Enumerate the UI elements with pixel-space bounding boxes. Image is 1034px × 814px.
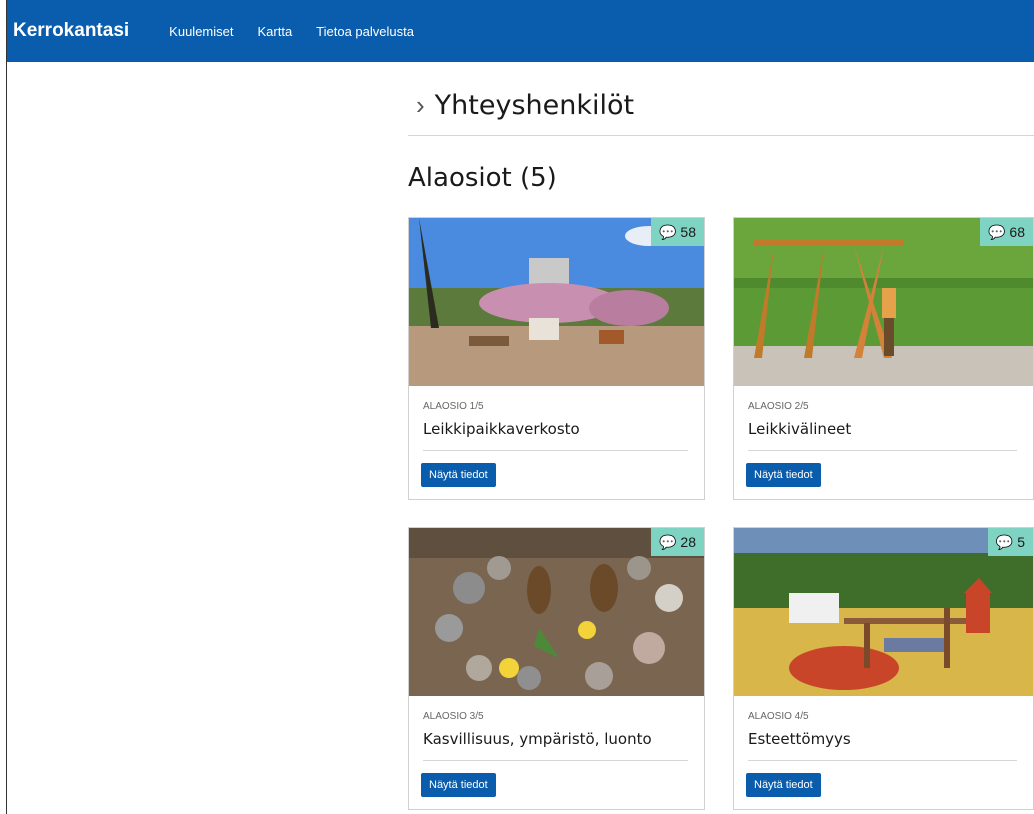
comment-count-badge: 💬 28 xyxy=(650,528,704,556)
playground-photo-1[interactable]: 💬 58 xyxy=(409,218,704,386)
comment-count-badge: 💬 68 xyxy=(979,218,1033,246)
card-number: ALAOSIO 1/5 xyxy=(423,401,484,412)
comment-count: 28 xyxy=(680,534,696,550)
subsections-heading: Alaosiot (5) xyxy=(408,163,557,193)
comment-icon: 💬 xyxy=(987,223,1006,240)
card-number: ALAOSIO 4/5 xyxy=(748,711,809,722)
comment-count: 68 xyxy=(1009,224,1025,240)
playground-photo-4[interactable]: 💬 5 xyxy=(734,528,1033,696)
card-title[interactable]: Kasvillisuus, ympäristö, luonto xyxy=(423,730,652,748)
card-divider xyxy=(423,760,688,761)
playground-photo-2[interactable]: 💬 68 xyxy=(734,218,1033,386)
subsection-card-3: 💬 28 ALAOSIO 3/5 Kasvillisuus, ympäristö… xyxy=(408,527,705,810)
subsection-card-4: 💬 5 ALAOSIO 4/5 Esteettömyys Näytä tiedo… xyxy=(733,527,1034,810)
show-details-button[interactable]: Näytä tiedot xyxy=(421,773,496,797)
contacts-section-toggle[interactable]: › Yhteyshenkilöt xyxy=(408,76,1034,136)
comment-icon: 💬 xyxy=(658,223,677,240)
comment-icon: 💬 xyxy=(995,533,1014,550)
top-navbar: Kerrokantasi Kuulemiset Kartta Tietoa pa… xyxy=(7,0,1034,62)
card-title[interactable]: Leikkipaikkaverkosto xyxy=(423,420,580,438)
card-number: ALAOSIO 3/5 xyxy=(423,711,484,722)
comment-count-badge: 💬 5 xyxy=(987,528,1033,556)
comment-count: 58 xyxy=(680,224,696,240)
nav-link-kartta[interactable]: Kartta xyxy=(257,24,292,39)
nav-link-tietoa[interactable]: Tietoa palvelusta xyxy=(316,24,414,39)
frame-border xyxy=(6,0,7,814)
chevron-right-icon: › xyxy=(416,90,425,120)
card-divider xyxy=(423,450,688,451)
show-details-button[interactable]: Näytä tiedot xyxy=(421,463,496,487)
section-title: Yhteyshenkilöt xyxy=(434,90,635,121)
nature-photo-3[interactable]: 💬 28 xyxy=(409,528,704,696)
card-divider xyxy=(748,450,1017,451)
comment-count-badge: 💬 58 xyxy=(650,218,704,246)
nav-link-kuulemiset[interactable]: Kuulemiset xyxy=(169,24,233,39)
card-title[interactable]: Esteettömyys xyxy=(748,730,851,748)
subsection-card-1: 💬 58 ALAOSIO 1/5 Leikkipaikkaverkosto Nä… xyxy=(408,217,705,500)
show-details-button[interactable]: Näytä tiedot xyxy=(746,463,821,487)
card-number: ALAOSIO 2/5 xyxy=(748,401,809,412)
card-divider xyxy=(748,760,1017,761)
subsection-card-2: 💬 68 ALAOSIO 2/5 Leikkivälineet Näytä ti… xyxy=(733,217,1034,500)
brand-logo-link[interactable]: Kerrokantasi xyxy=(13,20,129,42)
comment-count: 5 xyxy=(1017,534,1025,550)
card-title[interactable]: Leikkivälineet xyxy=(748,420,851,438)
comment-icon: 💬 xyxy=(658,533,677,550)
show-details-button[interactable]: Näytä tiedot xyxy=(746,773,821,797)
